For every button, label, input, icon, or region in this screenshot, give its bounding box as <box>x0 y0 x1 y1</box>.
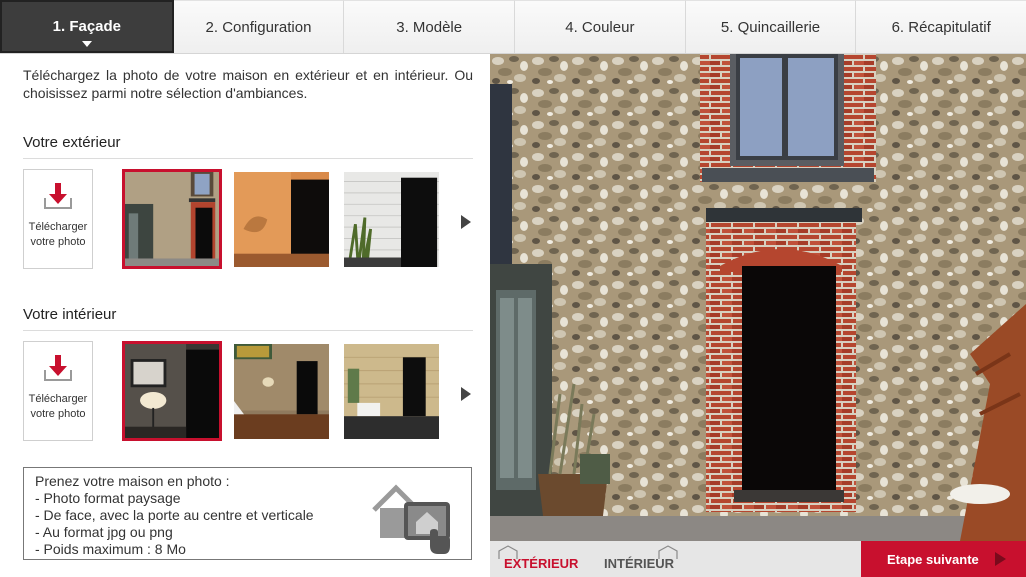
intro-text: Téléchargez la photo de votre maison en … <box>23 67 473 101</box>
active-caret-icon <box>81 41 92 47</box>
download-icon <box>44 183 72 209</box>
upload-label: Télécharger votre photo <box>28 393 88 420</box>
tab-quincaillerie[interactable]: 5. Quincaillerie <box>685 0 857 53</box>
tips-list: - Photo format paysage - De face, avec l… <box>35 490 314 558</box>
tab-label: 1. Façade <box>52 18 122 35</box>
photo-tips-box: Prenez votre maison en photo : - Photo f… <box>23 467 472 560</box>
tab-label: 2. Configuration <box>205 18 312 36</box>
list-item: - Photo format paysage <box>35 490 181 506</box>
tab-couleur[interactable]: 4. Couleur <box>515 0 686 53</box>
interior-thumb-wood-hall[interactable] <box>344 344 439 439</box>
list-item: - Au format jpg ou png <box>35 524 173 540</box>
interior-section-title: Votre intérieur <box>23 306 117 323</box>
interior-divider <box>23 330 473 331</box>
tab-label: 5. Quincaillerie <box>720 18 821 36</box>
interior-next-arrow-icon[interactable] <box>461 387 471 401</box>
next-step-button[interactable]: Etape suivante <box>861 541 1026 577</box>
tab-label: 4. Couleur <box>565 18 635 36</box>
play-arrow-icon <box>995 552 1006 566</box>
upload-label: Télécharger votre photo <box>28 221 88 248</box>
house-outline-icon <box>658 545 678 559</box>
left-panel: Téléchargez la photo de votre maison en … <box>0 54 490 577</box>
exterior-next-arrow-icon[interactable] <box>461 215 471 229</box>
tips-title: Prenez votre maison en photo : <box>35 473 230 489</box>
download-icon <box>44 355 72 381</box>
house-tablet-photo-icon <box>372 484 450 554</box>
exterior-divider <box>23 158 473 159</box>
exterior-thumb-orange-wall[interactable] <box>234 172 329 267</box>
exterior-upload-button[interactable]: Télécharger votre photo <box>23 169 93 269</box>
exterior-section-title: Votre extérieur <box>23 134 121 151</box>
house-outline-icon <box>498 545 518 559</box>
tab-facade[interactable]: 1. Façade <box>0 0 174 53</box>
facade-preview-image <box>490 54 1026 541</box>
tab-exterior-view[interactable]: EXTÉRIEUR <box>498 541 578 577</box>
tab-configuration[interactable]: 2. Configuration <box>173 0 345 53</box>
list-item: - Poids maximum : 8 Mo <box>35 541 186 557</box>
tab-label: 6. Récapitulatif <box>891 18 991 36</box>
list-item: - De face, avec la porte au centre et ve… <box>35 507 314 523</box>
interior-upload-button[interactable]: Télécharger votre photo <box>23 341 93 441</box>
step-tabs: 1. Façade 2. Configuration 3. Modèle 4. … <box>0 0 1026 54</box>
interior-thumb-stone-hall-stairs[interactable] <box>234 344 329 439</box>
next-step-label: Etape suivante <box>887 551 979 567</box>
exterior-thumb-stone-facade[interactable] <box>122 169 222 269</box>
interior-thumb-living-room-lamp[interactable] <box>122 341 222 441</box>
tab-label: 3. Modèle <box>396 18 463 36</box>
exterior-thumb-white-siding[interactable] <box>344 172 439 267</box>
tab-recapitulatif[interactable]: 6. Récapitulatif <box>856 0 1026 53</box>
tab-interior-view[interactable]: INTÉRIEUR <box>604 541 678 577</box>
tab-modele[interactable]: 3. Modèle <box>344 0 516 53</box>
